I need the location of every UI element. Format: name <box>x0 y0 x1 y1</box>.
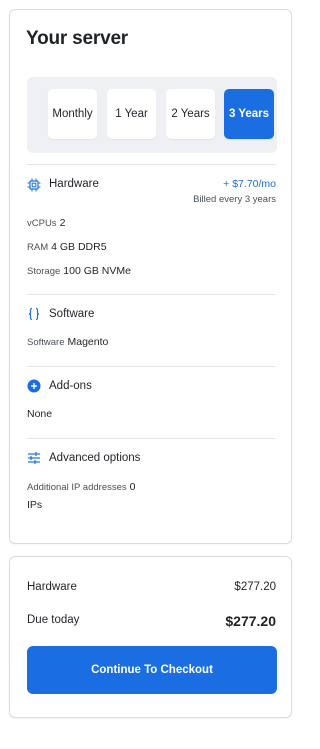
spec-storage: Storage 100 GB NVMe <box>27 265 131 277</box>
spec-label: Software <box>27 337 65 348</box>
period-monthly-button[interactable]: Monthly <box>48 89 97 139</box>
billing-frequency-note: Billed every 3 years <box>193 194 276 205</box>
spec-label: Additional IP addresses <box>27 482 127 493</box>
addons-section-title: Add-ons <box>49 380 92 392</box>
spec-value: 0 <box>129 481 136 493</box>
divider <box>27 294 276 295</box>
due-today-value: $277.20 <box>225 613 276 629</box>
spec-value: 100 GB NVMe <box>63 265 131 277</box>
divider <box>27 366 276 367</box>
hardware-section-title: Hardware <box>49 178 99 190</box>
continue-to-checkout-button[interactable]: Continue To Checkout <box>27 646 277 694</box>
plus-circle-icon <box>27 379 41 393</box>
spec-label: Storage <box>27 266 61 277</box>
spec-value: 2 <box>59 217 66 229</box>
spec-value: Magento <box>67 336 109 348</box>
period-1-year-button[interactable]: 1 Year <box>107 89 156 139</box>
divider <box>27 164 276 165</box>
page-title: Your server <box>26 28 129 49</box>
spec-ram: RAM 4 GB DDR5 <box>27 241 107 253</box>
spec-vcpus: vCPUs 2 <box>27 217 65 229</box>
billing-period-selector: Monthly 1 Year 2 Years 3 Years <box>27 77 277 153</box>
ip-unit: IPs <box>27 499 43 511</box>
sliders-icon <box>28 452 40 464</box>
additional-ip-row: Additional IP addresses 0 <box>27 481 135 493</box>
period-2-years-button[interactable]: 2 Years <box>166 89 215 139</box>
addons-value: None <box>27 408 53 420</box>
braces-icon <box>28 307 40 321</box>
summary-hardware-label: Hardware <box>27 581 77 593</box>
advanced-section-title: Advanced options <box>49 452 141 464</box>
software-selection: Software Magento <box>27 336 108 348</box>
order-summary-card: Hardware $277.20 Due today $277.20 Conti… <box>9 556 292 718</box>
software-section-title: Software <box>49 308 95 320</box>
spec-label: RAM <box>27 242 49 253</box>
spec-label: vCPUs <box>27 218 57 229</box>
period-3-years-button[interactable]: 3 Years <box>224 89 274 139</box>
chip-icon <box>27 178 41 192</box>
server-config-card: Your server Monthly 1 Year 2 Years 3 Yea… <box>9 9 292 544</box>
summary-hardware-value: $277.20 <box>234 581 276 593</box>
spec-value: 4 GB DDR5 <box>51 241 107 253</box>
hardware-monthly-price: + $7.70/mo <box>223 178 276 190</box>
due-today-label: Due today <box>27 614 80 626</box>
divider <box>27 438 276 439</box>
